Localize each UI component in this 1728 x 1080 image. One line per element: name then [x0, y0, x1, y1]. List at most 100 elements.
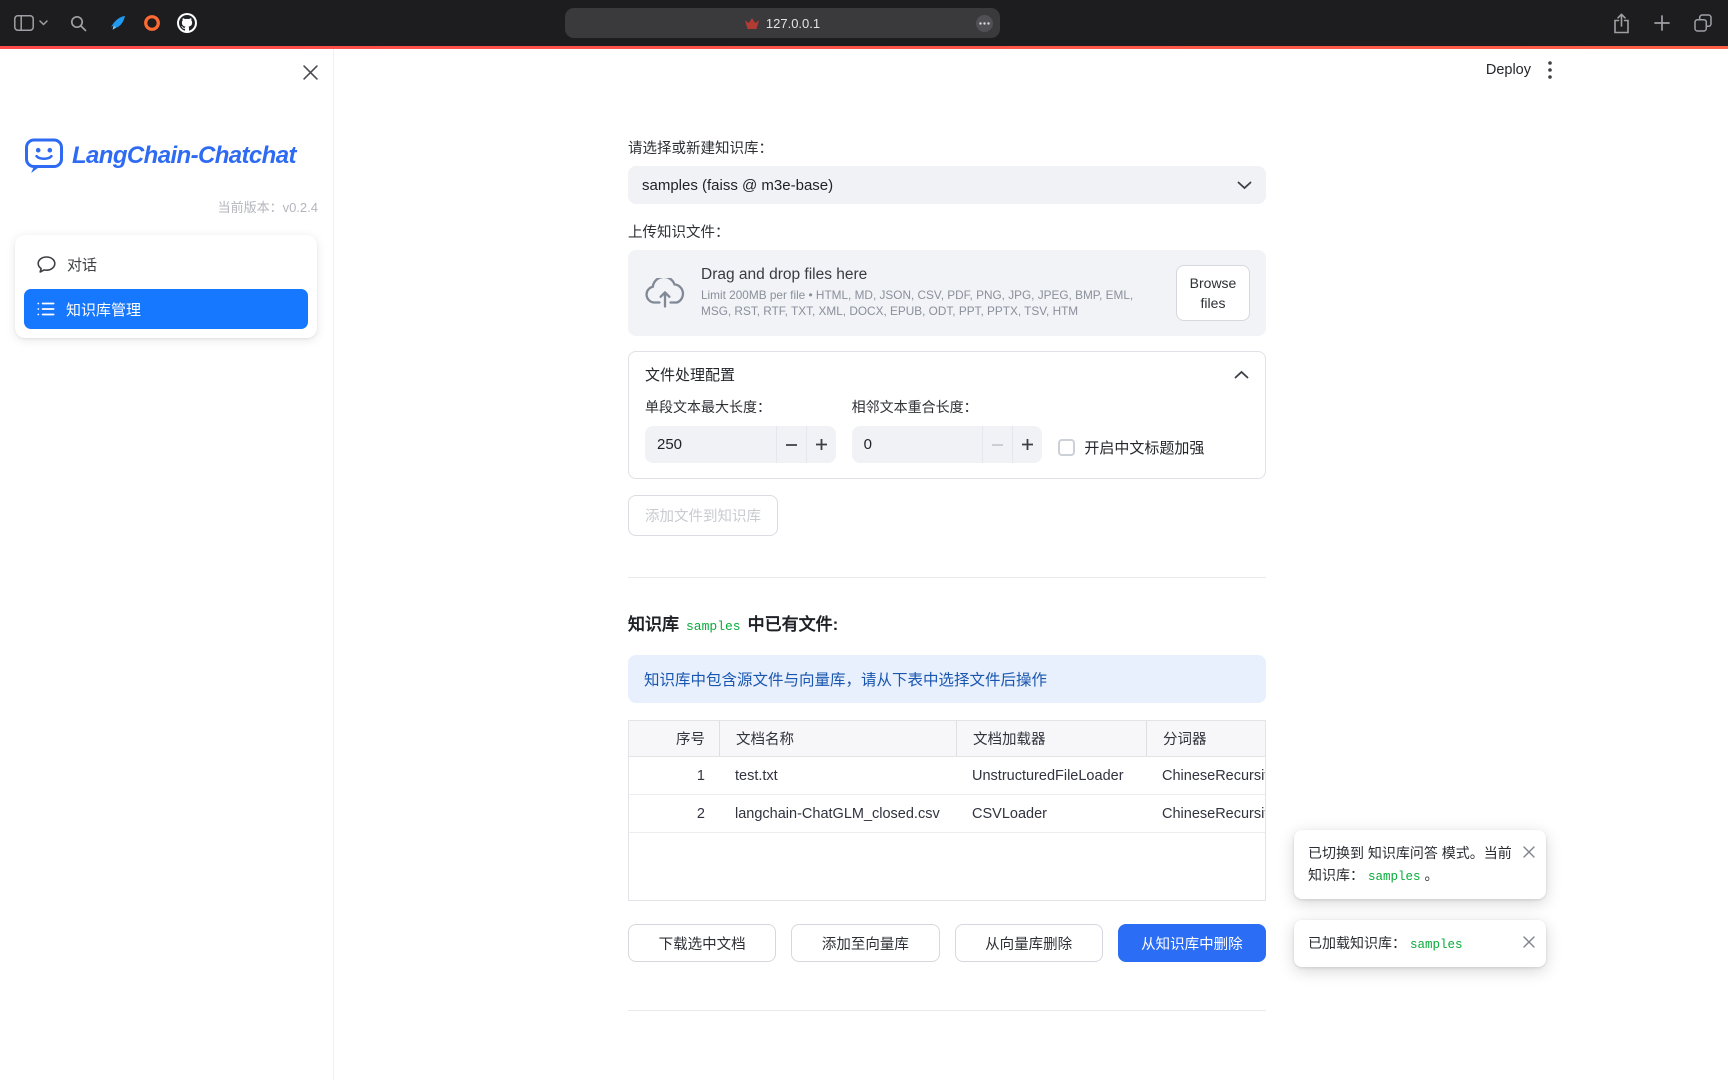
version-label: 当前版本：v0.2.4 [218, 197, 318, 216]
zh-title-enhance-checkbox[interactable] [1058, 439, 1075, 456]
app-logo-text: LangChain-Chatchat [72, 142, 296, 170]
overlap-size-increment-button[interactable] [1012, 426, 1042, 463]
column-header-loader[interactable]: 文档加载器 [956, 721, 1146, 756]
table-row[interactable]: 1 test.txt UnstructuredFileLoader Chines… [629, 757, 1265, 795]
plus-icon [1654, 15, 1670, 31]
overlap-size-field: 相邻文本重合长度： [852, 397, 1043, 463]
toast-mode-switched: 已切换到 知识库问答 模式。当前知识库：samples。 [1294, 830, 1546, 899]
main-menu-button[interactable] [1548, 61, 1552, 79]
chevron-down-icon [1237, 181, 1252, 190]
cell-index[interactable]: 1 [629, 768, 719, 784]
pinned-tab-blue[interactable] [109, 14, 127, 32]
pinned-tab-orange-icon [143, 14, 161, 32]
chunk-size-input[interactable] [645, 436, 776, 453]
file-dropzone[interactable]: Drag and drop files here Limit 200MB per… [628, 250, 1266, 336]
table-header-row: 序号 文档名称 文档加载器 分词器 [629, 721, 1265, 757]
cell-name[interactable]: langchain-ChatGLM_closed.csv [719, 806, 956, 822]
cell-splitter[interactable]: ChineseRecursiveT [1146, 768, 1265, 784]
sidebar-close-button[interactable] [301, 63, 319, 81]
toast-close-button[interactable] [1523, 932, 1536, 945]
expander-body: 单段文本最大长度： 相邻文本重合长度： [629, 396, 1265, 478]
menu-item-chat[interactable]: 对话 [24, 244, 308, 284]
upload-label: 上传知识文件： [628, 221, 1266, 242]
pinned-tab-github[interactable] [177, 13, 197, 33]
browser-right-controls [1613, 0, 1712, 46]
info-banner: 知识库中包含源文件与向量库，请从下表中选择文件后操作 [628, 655, 1266, 703]
deploy-button[interactable]: Deploy [1486, 62, 1531, 78]
share-icon [1613, 13, 1630, 34]
column-header-index[interactable]: 序号 [629, 728, 719, 749]
file-config-expander: 文件处理配置 单段文本最大长度： 相邻文本重合长度： [628, 351, 1266, 479]
cell-loader[interactable]: CSVLoader [956, 806, 1146, 822]
column-header-splitter[interactable]: 分词器 [1146, 721, 1265, 756]
kb-files-heading-suffix: 中已有文件: [748, 610, 839, 635]
dropzone-title: Drag and drop files here [701, 266, 1161, 284]
kb-selectbox[interactable]: samples (faiss @ m3e-base) [628, 166, 1266, 204]
main-content: 请选择或新建知识库： samples (faiss @ m3e-base) 上传… [628, 49, 1266, 1011]
add-to-vector-store-button[interactable]: 添加至向量库 [791, 924, 939, 962]
pinned-tab-blue-icon [109, 14, 127, 32]
sidebar: LangChain-Chatchat 当前版本：v0.2.4 对话 知识库管理 [0, 49, 334, 1080]
browser-left-controls [14, 0, 197, 46]
expander-header[interactable]: 文件处理配置 [629, 352, 1265, 396]
share-button[interactable] [1613, 13, 1630, 34]
browse-files-button[interactable]: Browse files [1176, 265, 1250, 322]
overlap-size-stepper [852, 426, 1043, 463]
zh-title-enhance-label[interactable]: 开启中文标题加强 [1084, 437, 1204, 458]
column-header-name[interactable]: 文档名称 [719, 721, 956, 756]
cell-name[interactable]: test.txt [719, 768, 956, 784]
toast-text: 已加载知识库： [1308, 935, 1406, 951]
kb-files-heading-prefix: 知识库 [628, 610, 679, 635]
knowledge-base-icon [37, 302, 55, 316]
overlap-size-input[interactable] [852, 436, 983, 453]
menu-item-label: 对话 [67, 254, 97, 275]
menu-item-knowledge-base[interactable]: 知识库管理 [24, 289, 308, 329]
add-files-button[interactable]: 添加文件到知识库 [628, 495, 778, 536]
address-bar[interactable]: 127.0.0.1 [565, 8, 1000, 38]
chunk-size-decrement-button[interactable] [776, 426, 806, 463]
download-selected-button[interactable]: 下载选中文档 [628, 924, 776, 962]
sidebar-menu: 对话 知识库管理 [15, 235, 317, 338]
chunk-size-label: 单段文本最大长度： [645, 397, 836, 417]
app-logo: LangChain-Chatchat [24, 137, 296, 174]
chevron-down-icon [39, 20, 48, 26]
table-action-buttons: 下载选中文档 添加至向量库 从向量库删除 从知识库中删除 [628, 924, 1266, 962]
toast-stack: 已切换到 知识库问答 模式。当前知识库：samples。 已加载知识库：samp… [1294, 830, 1546, 967]
sidebar-toggle-button[interactable] [14, 15, 48, 31]
cell-loader[interactable]: UnstructuredFileLoader [956, 768, 1146, 784]
toast-code: samples [1368, 870, 1421, 884]
tab-overview-button[interactable] [1694, 14, 1712, 32]
dropzone-limits: Limit 200MB per file • HTML, MD, JSON, C… [701, 288, 1161, 319]
cell-index[interactable]: 2 [629, 806, 719, 822]
chunk-size-field: 单段文本最大长度： [645, 397, 836, 463]
delete-from-vector-store-button[interactable]: 从向量库删除 [955, 924, 1103, 962]
dropzone-instructions: Drag and drop files here Limit 200MB per… [701, 266, 1161, 319]
kb-select-label: 请选择或新建知识库： [628, 137, 1266, 158]
divider [628, 577, 1266, 578]
ellipsis-icon [979, 22, 990, 25]
url-text: 127.0.0.1 [766, 16, 820, 31]
close-icon [1523, 846, 1535, 858]
page-options-button[interactable] [976, 15, 993, 32]
toast-close-button[interactable] [1523, 842, 1536, 855]
chunk-size-increment-button[interactable] [806, 426, 836, 463]
chunk-size-stepper [645, 426, 836, 463]
overlap-size-decrement-button[interactable] [982, 426, 1012, 463]
expander-title: 文件处理配置 [645, 364, 735, 385]
toast-kb-loaded: 已加载知识库：samples [1294, 920, 1546, 967]
chatchat-logo-icon [24, 137, 64, 174]
minus-icon [992, 444, 1003, 446]
minus-icon [786, 444, 797, 446]
search-icon [70, 15, 87, 32]
github-icon [177, 13, 197, 33]
site-favicon [745, 18, 759, 29]
cloud-upload-icon [644, 278, 686, 308]
cell-splitter[interactable]: ChineseRecursiveT [1146, 806, 1265, 822]
delete-from-kb-button[interactable]: 从知识库中删除 [1118, 924, 1266, 962]
search-button[interactable] [70, 15, 87, 32]
kebab-menu-icon [1548, 61, 1552, 79]
kb-name-code: samples [686, 619, 741, 634]
new-tab-button[interactable] [1654, 15, 1670, 31]
pinned-tab-orange[interactable] [143, 14, 161, 32]
table-row[interactable]: 2 langchain-ChatGLM_closed.csv CSVLoader… [629, 795, 1265, 833]
